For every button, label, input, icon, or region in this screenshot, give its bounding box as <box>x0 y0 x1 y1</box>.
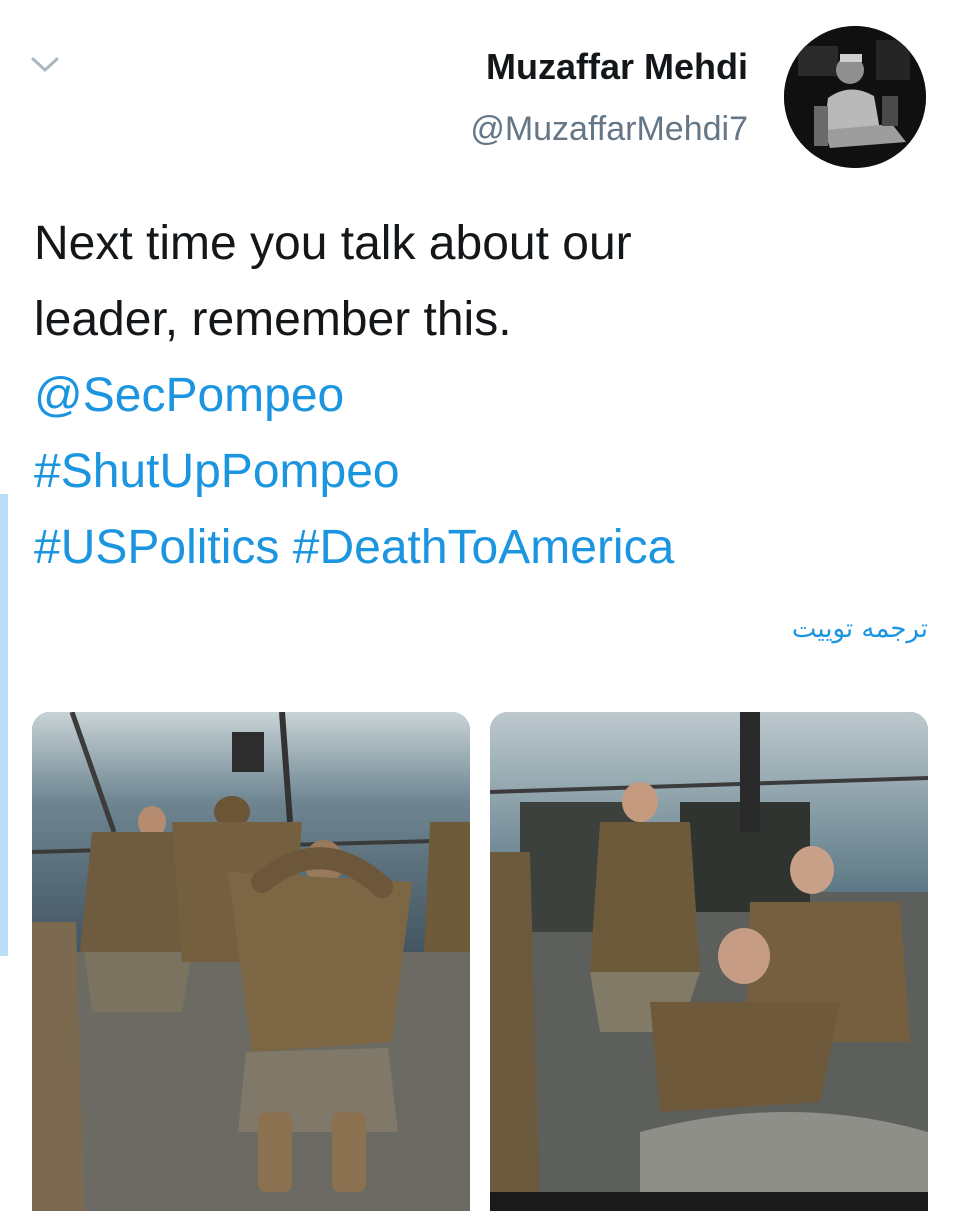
user-names: Muzaffar Mehdi @MuzaffarMehdi7 <box>470 46 748 149</box>
mention-link[interactable]: @SecPompeo <box>34 358 914 434</box>
display-name[interactable]: Muzaffar Mehdi <box>470 46 748 88</box>
chevron-down-icon[interactable] <box>30 52 60 76</box>
hashtag-link[interactable]: #ShutUpPompeo <box>34 434 914 510</box>
tweet-text: Next time you talk about our leader, rem… <box>34 206 914 586</box>
scroll-indicator <box>0 494 8 956</box>
tweet-text-line: Next time you talk about our <box>34 217 632 270</box>
avatar[interactable] <box>784 26 926 168</box>
user-handle[interactable]: @MuzaffarMehdi7 <box>470 110 748 149</box>
hashtag-link[interactable]: #DeathToAmerica <box>293 521 675 574</box>
translate-tweet-link[interactable]: ترجمه توییت <box>792 614 928 644</box>
tweet-text-line: leader, remember this. <box>34 293 512 346</box>
media-grid <box>32 712 928 1211</box>
hashtag-link[interactable]: #USPolitics <box>34 521 279 574</box>
photo-sailors-kneeling-back[interactable] <box>32 712 470 1211</box>
tweet-header: Muzaffar Mehdi @MuzaffarMehdi7 <box>470 22 926 172</box>
photo-sailors-kneeling-front[interactable] <box>490 712 928 1211</box>
